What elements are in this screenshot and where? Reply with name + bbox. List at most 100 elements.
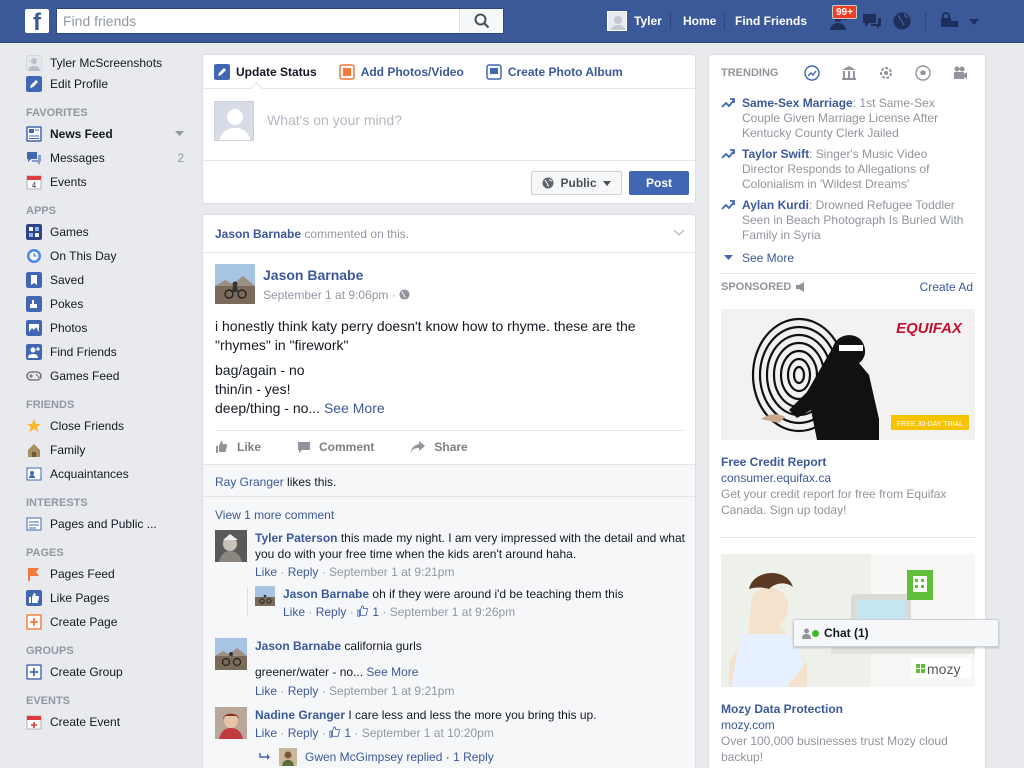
commenter-avatar[interactable] xyxy=(215,530,247,562)
sidebar-item-messages[interactable]: Messages 2 xyxy=(26,146,194,170)
search-button[interactable] xyxy=(459,9,503,33)
sidebar-item-create-event[interactable]: Create Event xyxy=(26,710,194,734)
story-header-name[interactable]: Jason Barnabe xyxy=(215,227,301,241)
comment-time[interactable]: September 1 at 9:21pm xyxy=(329,565,454,579)
comment-meta: Like · Reply · 1 · September 1 at 9:26pm xyxy=(283,605,516,619)
sports-ball-icon[interactable] xyxy=(915,65,931,81)
replier-link[interactable]: Gwen McGimpsey replied xyxy=(305,749,442,765)
commenter-avatar[interactable] xyxy=(215,638,247,670)
equifax-ad-image[interactable]: EQUIFAX FREE 30-DAY TRIAL xyxy=(721,309,975,440)
notifications-globe-icon[interactable] xyxy=(892,11,914,31)
sidebar-item-pokes[interactable]: Pokes xyxy=(26,292,194,316)
replies-summary[interactable]: Gwen McGimpsey replied · 1 Reply xyxy=(259,748,679,766)
sidebar-item-profile[interactable]: Tyler McScreenshots xyxy=(26,54,194,72)
commenter-name[interactable]: Jason Barnabe xyxy=(255,639,341,653)
post-timestamp[interactable]: September 1 at 9:06pm · xyxy=(263,288,410,302)
pencil-icon xyxy=(214,63,230,80)
liker-name-link[interactable]: Ray Granger xyxy=(215,475,284,489)
politics-building-icon[interactable] xyxy=(841,65,857,81)
sidebar-item-games[interactable]: Games xyxy=(26,220,194,244)
chat-tab[interactable]: Chat (1) xyxy=(793,619,999,647)
profile-link[interactable]: Tyler xyxy=(607,0,662,42)
ad-title[interactable]: Free Credit Report xyxy=(721,455,826,469)
comment-like-link[interactable]: Like xyxy=(255,565,277,579)
status-input[interactable]: What's on your mind? xyxy=(267,112,402,128)
tab-create-album[interactable]: Create Photo Album xyxy=(486,55,623,89)
sidebar-item-games-feed[interactable]: Games Feed xyxy=(26,364,194,388)
comment-like-link[interactable]: Like xyxy=(283,605,305,619)
home-link[interactable]: Home xyxy=(683,0,716,42)
view-more-comments-link[interactable]: View 1 more comment xyxy=(215,508,334,522)
comment-likes-count[interactable]: 1 xyxy=(344,726,351,740)
sidebar-item-like-pages[interactable]: Like Pages xyxy=(26,586,194,610)
trending-item[interactable]: Taylor Swift: Singer's Music Video Direc… xyxy=(721,147,971,192)
trending-topic[interactable]: Aylan Kurdi xyxy=(742,198,809,212)
comment-reply-link[interactable]: Reply xyxy=(288,726,319,740)
author-name[interactable]: Jason Barnabe xyxy=(263,267,363,283)
share-button[interactable]: Share xyxy=(410,440,468,454)
author-avatar[interactable] xyxy=(215,264,255,304)
entertainment-camera-icon[interactable] xyxy=(952,65,968,81)
post-button[interactable]: Post xyxy=(629,171,689,195)
comment-reply-link[interactable]: Reply xyxy=(288,684,319,698)
comment-reply-link[interactable]: Reply xyxy=(288,565,319,579)
comment-button[interactable]: Comment xyxy=(297,440,374,454)
sidebar-item-events[interactable]: 4 Events xyxy=(26,170,194,194)
comment-time[interactable]: September 1 at 9:26pm xyxy=(390,605,515,619)
comment-time[interactable]: September 1 at 10:20pm xyxy=(362,726,494,740)
privacy-shortcuts-icon[interactable] xyxy=(938,11,960,31)
comment-time[interactable]: September 1 at 9:21pm xyxy=(329,684,454,698)
comment-likes-count[interactable]: 1 xyxy=(372,605,379,619)
see-more-link[interactable]: See More xyxy=(324,400,385,416)
ad-title[interactable]: Mozy Data Protection xyxy=(721,702,843,716)
sidebar-item-news-feed[interactable]: News Feed xyxy=(26,122,194,146)
sidebar-item-create-group[interactable]: Create Group xyxy=(26,660,194,684)
sidebar-item-close-friends[interactable]: Close Friends xyxy=(26,414,194,438)
sidebar-item-acquaintances[interactable]: Acquaintances xyxy=(26,462,194,486)
tab-update-status[interactable]: Update Status xyxy=(214,55,317,89)
sidebar-item-family[interactable]: Family xyxy=(26,438,194,462)
sidebar-item-pages-and-public[interactable]: Pages and Public ... xyxy=(26,512,194,536)
commenter-avatar[interactable] xyxy=(215,707,247,739)
view-more-comments[interactable]: View 1 more comment xyxy=(215,508,334,522)
sidebar-item-saved[interactable]: Saved xyxy=(26,268,194,292)
ad-url[interactable]: consumer.equifax.ca xyxy=(721,471,831,485)
search-input[interactable] xyxy=(57,9,457,33)
comment-like-link[interactable]: Like xyxy=(255,684,277,698)
see-more-link[interactable]: See More xyxy=(742,251,794,265)
sidebar-label: Games Feed xyxy=(50,369,120,383)
trending-item[interactable]: Same-Sex Marriage: 1st Same-Sex Couple G… xyxy=(721,96,971,141)
create-ad-link[interactable]: Create Ad xyxy=(920,280,973,294)
trending-topic[interactable]: Taylor Swift xyxy=(742,147,809,161)
see-more-link[interactable]: See More xyxy=(366,665,418,679)
comment-like-link[interactable]: Like xyxy=(255,726,277,740)
commenter-name[interactable]: Nadine Granger xyxy=(255,708,345,722)
commenter-name[interactable]: Jason Barnabe xyxy=(283,587,369,601)
chevron-down-icon[interactable] xyxy=(673,229,685,237)
sidebar-item-create-page[interactable]: Create Page xyxy=(26,610,194,634)
trending-item[interactable]: Aylan Kurdi: Drowned Refugee Toddler See… xyxy=(721,198,971,243)
house-icon xyxy=(28,444,40,457)
trending-arrow-icon[interactable] xyxy=(804,65,820,81)
facebook-logo[interactable]: f xyxy=(25,9,49,33)
like-button[interactable]: Like xyxy=(215,440,261,454)
account-menu-arrow-icon[interactable] xyxy=(966,11,988,31)
trending-see-more[interactable]: See More xyxy=(724,251,794,265)
comment-reply-link[interactable]: Reply xyxy=(316,605,347,619)
sidebar-item-find-friends[interactable]: Find Friends xyxy=(26,340,194,364)
privacy-selector[interactable]: Public xyxy=(531,171,622,195)
trending-topic[interactable]: Same-Sex Marriage xyxy=(742,96,853,110)
messages-icon[interactable] xyxy=(861,11,883,31)
sidebar-item-photos[interactable]: Photos xyxy=(26,316,194,340)
chevron-down-icon[interactable] xyxy=(175,131,184,137)
commenter-avatar[interactable] xyxy=(255,586,275,606)
sidebar-item-edit-profile[interactable]: Edit Profile xyxy=(26,72,194,96)
tab-add-photos[interactable]: Add Photos/Video xyxy=(338,55,464,89)
science-gear-icon[interactable] xyxy=(878,65,894,81)
find-friends-link[interactable]: Find Friends xyxy=(735,0,807,42)
sidebar-item-pages-feed[interactable]: Pages Feed xyxy=(26,562,194,586)
ad-url[interactable]: mozy.com xyxy=(721,718,775,732)
reply-count-link[interactable]: 1 Reply xyxy=(453,749,494,765)
commenter-name[interactable]: Tyler Paterson xyxy=(255,531,337,545)
sidebar-item-on-this-day[interactable]: On This Day xyxy=(26,244,194,268)
